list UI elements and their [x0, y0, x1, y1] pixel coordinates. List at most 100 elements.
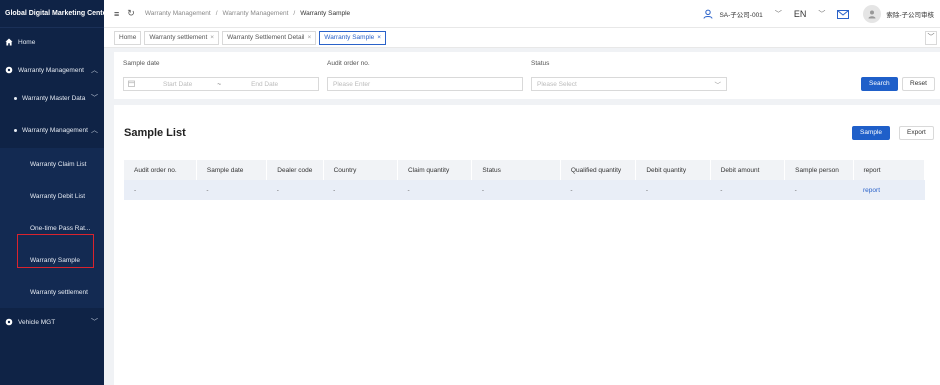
breadcrumb-current: Warranty Sample	[300, 10, 351, 17]
tab-warranty-sample[interactable]: Warranty Sample ×	[319, 30, 387, 45]
sidebar-item-label: Warranty Debit List	[30, 192, 86, 200]
table-cell: -	[323, 180, 398, 200]
tab-home[interactable]: Home	[114, 30, 142, 45]
col-report: report	[853, 160, 926, 180]
gear-icon	[5, 66, 13, 74]
chevron-down-icon: ﹀	[91, 319, 98, 326]
col-dealer-code: Dealer code	[266, 160, 324, 180]
sidebar-item-sub-management[interactable]: Warranty Management ︿	[0, 112, 104, 148]
breadcrumb: Warranty Management / Warranty Managemen…	[145, 10, 350, 17]
status-label: Status	[531, 60, 550, 67]
tab-label: Warranty settlement	[149, 33, 208, 41]
table-cell: -	[196, 180, 267, 200]
tab-settlement-detail[interactable]: Warranty Settlement Detail ×	[222, 30, 317, 45]
user-name[interactable]: 索除-子公司审核	[886, 9, 934, 19]
report-link[interactable]: report	[853, 180, 925, 200]
table-cell: -	[635, 180, 711, 200]
tabs-more-icon[interactable]: ﹀	[925, 31, 937, 45]
sidebar-item-home[interactable]: Home	[0, 28, 104, 56]
end-date-input[interactable]: End Date	[251, 81, 278, 88]
chevron-up-icon: ︿	[91, 127, 98, 134]
col-sample-date: Sample date	[196, 160, 268, 180]
table-row: - - - - - - - - - - report	[124, 180, 925, 200]
sidebar-item-label: Warranty Claim List	[30, 160, 87, 168]
home-icon	[5, 38, 13, 46]
chevron-up-icon: ︿	[91, 67, 98, 74]
search-button[interactable]: Search	[861, 77, 898, 91]
sidebar-item-label: One-time Pass Rat...	[30, 224, 91, 232]
sidebar-item-warranty-management[interactable]: Warranty Management ︿	[0, 56, 104, 84]
refresh-icon[interactable]: ↻	[127, 8, 135, 19]
sidebar-item-debit-list[interactable]: Warranty Debit List	[0, 180, 104, 212]
range-separator: ~	[217, 80, 222, 88]
sidebar-item-label: Warranty Management	[18, 66, 84, 74]
active-item-highlight	[17, 234, 94, 268]
audit-order-input[interactable]: Please Enter	[327, 77, 523, 91]
table-cell: -	[397, 180, 472, 200]
sidebar-item-master-data[interactable]: Warranty Master Data ﹀	[0, 84, 104, 112]
sidebar-item-label: Warranty settlement	[30, 288, 88, 296]
table-cell: -	[710, 180, 785, 200]
col-debit-quantity: Debit quantity	[635, 160, 711, 180]
tab-strip: Home Warranty settlement × Warranty Settl…	[104, 28, 940, 48]
close-icon[interactable]: ×	[210, 34, 214, 41]
language-selector[interactable]: EN	[794, 9, 807, 19]
sidebar-item-settlement[interactable]: Warranty settlement	[0, 276, 104, 308]
chevron-down-icon: ﹀	[91, 95, 98, 102]
audit-order-placeholder: Please Enter	[333, 80, 371, 88]
mail-icon[interactable]	[837, 9, 850, 19]
table-cell: -	[784, 180, 854, 200]
table-cell: -	[471, 180, 561, 200]
tab-warranty-settlement[interactable]: Warranty settlement ×	[144, 30, 220, 45]
sample-list-panel: Sample List Sample Export Audit order no…	[114, 105, 940, 385]
breadcrumb-item[interactable]: Warranty Management	[145, 10, 211, 17]
app-title: Global Digital Marketing Center	[0, 0, 109, 28]
avatar[interactable]	[863, 5, 882, 23]
chevron-down-icon[interactable]: ﹀	[775, 9, 782, 19]
sidebar-item-label: Warranty Master Data	[22, 94, 86, 102]
close-icon[interactable]: ×	[377, 34, 381, 41]
export-button[interactable]: Export	[899, 126, 934, 140]
col-country: Country	[323, 160, 399, 180]
sidebar-item-claim-list[interactable]: Warranty Claim List	[0, 148, 104, 180]
audit-order-label: Audit order no.	[327, 60, 370, 67]
table-header-row: Audit order no. Sample date Dealer code …	[124, 160, 926, 180]
sidebar-item-label: Home	[18, 38, 36, 46]
col-audit-order: Audit order no.	[124, 160, 197, 180]
breadcrumb-separator: /	[293, 10, 296, 17]
sample-date-label: Sample date	[123, 60, 160, 67]
col-debit-amount: Debit amount	[710, 160, 786, 180]
calendar-icon	[128, 80, 135, 89]
start-date-input[interactable]: Start Date	[163, 81, 192, 88]
col-qualified-quantity: Qualified quantity	[560, 160, 637, 180]
status-placeholder: Please Select	[537, 80, 577, 88]
breadcrumb-separator: /	[215, 10, 218, 17]
tab-label: Home	[119, 33, 137, 41]
sidebar-item-label: Vehicle MGT	[18, 318, 56, 326]
sidebar-item-label: Warranty Management	[22, 126, 88, 134]
status-select[interactable]: Please Select ﹀	[531, 77, 727, 91]
sidebar-item-vehicle-mgt[interactable]: Vehicle MGT ﹀	[0, 308, 104, 336]
reset-button[interactable]: Reset	[902, 77, 935, 91]
table-cell: -	[266, 180, 324, 200]
bullet-icon	[14, 96, 17, 100]
tab-label: Warranty Settlement Detail	[227, 33, 305, 41]
sidebar: Global Digital Marketing Center Home War…	[0, 0, 109, 385]
close-icon[interactable]: ×	[308, 34, 312, 41]
col-sample-person: Sample person	[784, 160, 854, 180]
menu-icon[interactable]: ≡	[114, 9, 119, 19]
sample-date-range[interactable]: Start Date ~ End Date	[123, 77, 319, 91]
org-selector[interactable]: SA-子公司-001	[719, 9, 762, 19]
sample-button[interactable]: Sample	[852, 126, 891, 140]
breadcrumb-item[interactable]: Warranty Management	[223, 10, 289, 17]
page-title: Sample List	[124, 127, 186, 139]
col-claim-quantity: Claim quantity	[397, 160, 473, 180]
chevron-down-icon[interactable]: ﹀	[818, 9, 825, 19]
org-user-icon	[703, 9, 713, 19]
bullet-icon	[14, 128, 17, 132]
sample-table: Audit order no. Sample date Dealer code …	[124, 160, 926, 200]
gear-icon	[5, 318, 13, 326]
col-status: Status	[471, 160, 561, 180]
filter-panel: Sample date Start Date ~ End Date Audit …	[114, 52, 940, 99]
table-cell: -	[560, 180, 636, 200]
